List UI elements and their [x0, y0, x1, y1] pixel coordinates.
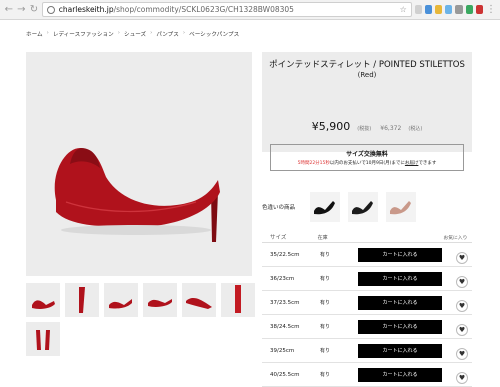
extension-icon[interactable]	[414, 5, 422, 14]
bookmark-star-icon[interactable]: ☆	[400, 5, 407, 14]
add-to-cart-button[interactable]: カートに入れる	[358, 343, 442, 358]
product-color: (Red)	[357, 71, 377, 79]
browser-toolbar: ← → ↻ charleskeith.jp /shop/commodity/SC…	[0, 0, 500, 20]
table-row: 40/25.5cm 有り カートに入れる ♥	[262, 363, 472, 387]
table-row: 37/23.5cm 有り カートに入れる ♥	[262, 291, 472, 315]
chevron-right-icon: ›	[117, 30, 120, 36]
thumbnail-strip	[26, 283, 256, 356]
breadcrumb-link[interactable]: レディースファッション	[53, 30, 114, 38]
table-row: 36/23cm 有り カートに入れる ♥	[262, 267, 472, 291]
heart-icon[interactable]: ♥	[456, 348, 468, 360]
color-swatch-nude[interactable]	[386, 192, 416, 222]
exchange-countdown: 5時間22分15秒	[297, 161, 330, 166]
size-value: 40/25.5cm	[270, 371, 300, 378]
extension-icon[interactable]	[465, 5, 473, 14]
exchange-text: 5時間22分15秒以内のお支払いで10月9日(月)までにお届けできます	[277, 160, 457, 166]
size-value: 37/23.5cm	[270, 299, 300, 306]
size-value: 39/25cm	[270, 347, 295, 354]
exchange-end: できます	[418, 161, 437, 166]
product-main-image[interactable]	[26, 52, 252, 276]
extension-icon[interactable]	[455, 5, 463, 14]
chevron-right-icon: ›	[46, 30, 49, 36]
color-swatch-black-patent[interactable]	[310, 192, 340, 222]
url-domain: charleskeith.jp	[58, 5, 114, 14]
add-to-cart-button[interactable]: カートに入れる	[358, 295, 442, 310]
extension-icon[interactable]	[475, 5, 484, 14]
exchange-middle: 以内のお支払いで10月9日(月)までに	[329, 161, 405, 166]
heart-icon[interactable]: ♥	[456, 324, 468, 336]
table-row: 35/22.5cm 有り カートに入れる ♥	[262, 243, 472, 267]
heart-icon[interactable]: ♥	[456, 300, 468, 312]
price-with-tax: ¥6,372	[380, 125, 402, 132]
info-icon[interactable]	[46, 5, 55, 14]
table-row: 38/24.5cm 有り カートに入れる ♥	[262, 315, 472, 339]
extension-icon[interactable]	[445, 5, 453, 14]
extension-icon[interactable]	[424, 5, 433, 14]
stock-value: 有り	[320, 276, 331, 282]
exchange-title: サイズ交換無料	[346, 151, 388, 158]
stock-value: 有り	[320, 324, 331, 330]
reload-icon[interactable]: ↻	[29, 3, 39, 17]
address-bar[interactable]: charleskeith.jp /shop/commodity/SCKL0623…	[41, 2, 412, 17]
heart-icon[interactable]: ♥	[456, 372, 468, 384]
add-to-cart-button[interactable]: カートに入れる	[358, 367, 442, 382]
size-value: 35/22.5cm	[270, 251, 300, 258]
color-variants-label: 色違いの商品	[262, 205, 296, 211]
color-variants: 色違いの商品	[262, 192, 472, 222]
stock-value: 有り	[320, 300, 331, 306]
url-path: /shop/commodity/SCKL0623G/CH1328BW08305	[113, 5, 294, 14]
size-value: 38/24.5cm	[270, 323, 300, 330]
price-with-tax-label: (税込)	[408, 126, 423, 132]
breadcrumb: ホーム › レディースファッション › シューズ › パンプス › ベーシックパ…	[26, 30, 239, 38]
price-box: ¥5,900 (税抜) ¥6,372 (税込) サイズ交換無料 5時間22分15…	[262, 107, 472, 171]
chevron-right-icon: ›	[150, 30, 153, 36]
color-swatch-black[interactable]	[348, 192, 378, 222]
thumbnail-image[interactable]	[26, 322, 60, 356]
header-favorite: お気に入り	[443, 235, 468, 241]
stock-value: 有り	[320, 252, 331, 258]
stock-value: 有り	[320, 372, 331, 378]
size-value: 36/23cm	[270, 275, 295, 282]
add-to-cart-button[interactable]: カートに入れる	[358, 271, 442, 286]
add-to-cart-button[interactable]: カートに入れる	[358, 247, 442, 262]
breadcrumb-link[interactable]: シューズ	[124, 30, 146, 38]
breadcrumb-link[interactable]: パンプス	[156, 30, 179, 38]
delivery-link[interactable]: お届け	[405, 161, 419, 166]
menu-icon[interactable]: ⋮	[486, 3, 496, 17]
thumbnail-image[interactable]	[143, 283, 177, 317]
heart-icon[interactable]: ♥	[456, 252, 468, 264]
thumbnail-image[interactable]	[104, 283, 138, 317]
table-row: 39/25cm 有り カートに入れる ♥	[262, 339, 472, 363]
extension-icon[interactable]	[435, 5, 443, 14]
forward-icon[interactable]: →	[17, 3, 27, 17]
price-tax-label: (税抜)	[357, 126, 372, 132]
back-icon[interactable]: ←	[4, 3, 14, 17]
stock-value: 有り	[320, 348, 331, 354]
header-size: サイズ	[270, 235, 287, 241]
product-title: ポインテッドスティレット / POINTED STILETTOS	[269, 60, 465, 70]
header-stock: 在庫	[317, 234, 328, 241]
heart-icon[interactable]: ♥	[456, 276, 468, 288]
add-to-cart-button[interactable]: カートに入れる	[358, 319, 442, 334]
exchange-notice: サイズ交換無料 5時間22分15秒以内のお支払いで10月9日(月)までにお届けで…	[270, 144, 464, 171]
thumbnail-image[interactable]	[182, 283, 216, 317]
breadcrumb-link[interactable]: ホーム	[26, 30, 43, 38]
thumbnail-image[interactable]	[221, 283, 255, 317]
thumbnail-image[interactable]	[26, 283, 60, 317]
size-table: サイズ 在庫 お気に入り 35/22.5cm 有り カートに入れる ♥ 36/2…	[262, 232, 472, 387]
thumbnail-image[interactable]	[65, 283, 99, 317]
chevron-right-icon: ›	[182, 30, 186, 36]
product-price: ¥5,900	[311, 120, 351, 133]
title-box: ポインテッドスティレット / POINTED STILETTOS (Red)	[262, 52, 472, 107]
breadcrumb-link[interactable]: ベーシックパンプス	[189, 30, 239, 38]
size-table-header: サイズ 在庫 お気に入り	[262, 232, 472, 243]
product-info-panel: ポインテッドスティレット / POINTED STILETTOS (Red) ¥…	[262, 52, 472, 387]
